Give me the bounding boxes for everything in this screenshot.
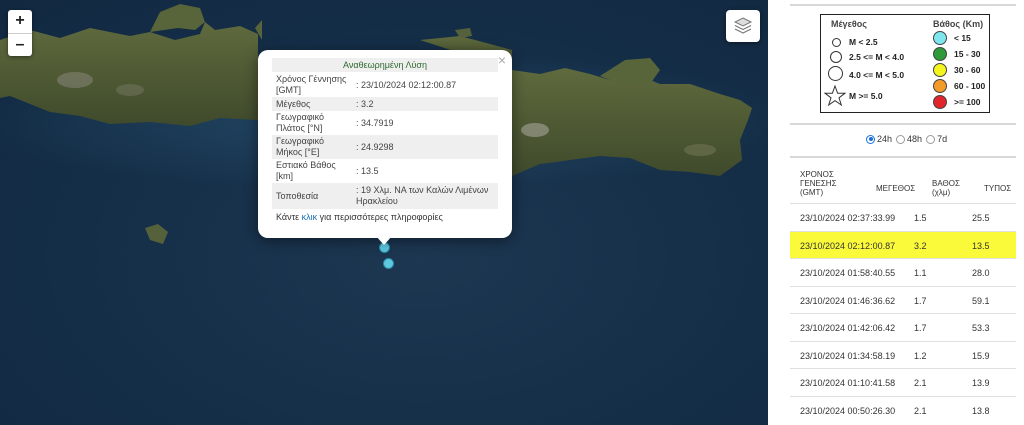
depth-color-swatch	[933, 63, 947, 77]
depth-color-swatch	[933, 31, 947, 45]
table-row[interactable]: 23/10/2024 01:34:58.19 1.2 15.9	[790, 340, 1016, 369]
divider	[790, 156, 1016, 158]
popup-info-value: : 34.7919	[356, 117, 394, 128]
legend-depth-title: Βάθος (Km)	[933, 19, 984, 29]
table-cell-mag: 1.7	[914, 323, 927, 333]
table-cell-depth: 25.5	[972, 213, 990, 223]
col-magnitude: ΜΕΓΕΘΟΣ	[876, 184, 916, 193]
table-cell-time: 23/10/2024 01:46:36.62	[800, 295, 896, 306]
divider	[790, 123, 1016, 125]
table-cell-time: 23/10/2024 00:50:26.30	[800, 405, 896, 416]
popup-close-button[interactable]: ×	[498, 52, 506, 68]
popup-info-value: : 3.2	[356, 98, 374, 109]
zoom-control: + –	[8, 10, 32, 56]
table-cell-mag: 2.1	[914, 405, 927, 416]
popup-info-value: : 13.5	[356, 165, 379, 176]
events-table-header: ΧΡΟΝΟΣ ΓΕΝΕΣΗΣ (GMT) ΜΕΓΕΘΟΣ ΒΑΘΟΣ (χλμ)…	[790, 170, 1016, 203]
popup-info-label: Γεωγραφικό Μήκος [°E]	[276, 136, 325, 157]
layers-icon	[733, 17, 753, 34]
depth-color-swatch	[933, 47, 947, 61]
table-cell-time: 23/10/2024 01:34:58.19	[800, 350, 896, 361]
popup-info-label: Χρόνος Γέννησης [GMT]	[276, 74, 347, 95]
table-cell-depth: 13.5	[972, 240, 990, 251]
col-depth: ΒΑΘΟΣ (χλμ)	[932, 179, 960, 197]
filter-48h-radio[interactable]: 48h	[896, 134, 922, 144]
popup-footer: Κάντε κλικ για περισσότερες πληροφορίες	[276, 212, 443, 222]
table-row[interactable]: 23/10/2024 00:50:26.30 2.1 13.8	[790, 395, 1016, 424]
filter-24h-radio[interactable]: 24h	[866, 134, 892, 144]
popup-info-value: : 24.9298	[356, 141, 394, 152]
table-cell-depth: 28.0	[972, 268, 990, 278]
popup-title: Αναθεωρημένη Λύση	[272, 58, 498, 72]
table-row[interactable]: 23/10/2024 01:42:06.42 1.7 53.3	[790, 313, 1016, 341]
table-cell-depth: 53.3	[972, 323, 990, 333]
layers-button[interactable]	[726, 10, 760, 42]
magnitude-large-icon	[828, 66, 843, 81]
popup-info-row: Μέγεθος : 3.2	[272, 97, 498, 111]
table-row[interactable]: 23/10/2024 02:12:00.87 3.2 13.5	[790, 230, 1016, 258]
zoom-out-button[interactable]: –	[8, 33, 32, 56]
popup-info-label: Γεωγραφικό Πλάτος [°N]	[276, 112, 325, 133]
table-row[interactable]: 23/10/2024 01:10:41.58 2.1 13.9	[790, 368, 1016, 396]
popup-info-value: : 19 Χλμ. ΝΑ των Καλών Λιμένων Ηρακλείου	[356, 185, 489, 206]
popup-tip	[376, 236, 392, 245]
col-type: ΤΥΠΟΣ	[984, 184, 1012, 193]
table-cell-time: 23/10/2024 01:58:40.55	[800, 268, 896, 278]
depth-color-swatch	[933, 95, 947, 109]
col-time: ΧΡΟΝΟΣ ΓΕΝΕΣΗΣ (GMT)	[800, 170, 837, 197]
table-cell-mag: 1.7	[914, 295, 927, 306]
popup-info-table: Χρόνος Γέννησης [GMT] : 23/10/2024 02:12:…	[272, 73, 498, 209]
magnitude-medium-icon	[830, 51, 842, 63]
table-cell-time: 23/10/2024 02:37:33.99	[800, 213, 896, 223]
table-cell-time: 23/10/2024 01:10:41.58	[800, 378, 896, 388]
table-cell-depth: 15.9	[972, 350, 990, 361]
events-table: 23/10/2024 02:37:33.99 1.5 25.5 23/10/2024 …	[790, 203, 1016, 423]
magnitude-small-icon	[832, 38, 841, 47]
more-info-link[interactable]: κλικ	[302, 212, 318, 222]
filter-7d-radio[interactable]: 7d	[926, 134, 947, 144]
popup-info-row: Τοποθεσία : 19 Χλμ. ΝΑ των Καλών Λιμένων …	[272, 183, 498, 209]
table-cell-mag: 2.1	[914, 378, 927, 388]
table-cell-depth: 13.9	[972, 378, 990, 388]
time-filter: 24h 48h 7d	[866, 134, 947, 144]
table-row[interactable]: 23/10/2024 02:37:33.99 1.5 25.5	[790, 203, 1016, 231]
table-cell-depth: 59.1	[972, 295, 990, 306]
popup-info-row: Εστιακό Βάθος [km] : 13.5	[272, 159, 498, 183]
legend: Μέγεθος Βάθος (Km) M < 2.5 2.5 <= M < 4.…	[820, 14, 990, 113]
magnitude-star-icon	[824, 85, 846, 107]
earthquake-marker[interactable]	[383, 258, 394, 269]
table-cell-time: 23/10/2024 02:12:00.87	[800, 240, 896, 251]
depth-color-swatch	[933, 79, 947, 93]
popup-info-label: Μέγεθος	[276, 98, 311, 109]
popup-info-row: Χρόνος Γέννησης [GMT] : 23/10/2024 02:12:…	[272, 73, 498, 97]
table-cell-mag: 1.2	[914, 350, 927, 361]
popup-info-label: Εστιακό Βάθος [km]	[276, 160, 336, 181]
event-popup: × Αναθεωρημένη Λύση Χρόνος Γέννησης [GMT…	[258, 50, 512, 238]
popup-info-row: Γεωγραφικό Μήκος [°E] : 24.9298	[272, 135, 498, 159]
map-view[interactable]: + – × Αναθεωρημένη Λύση Χρόνος Γέννησης …	[0, 0, 768, 425]
table-row[interactable]: 23/10/2024 01:58:40.55 1.1 28.0	[790, 258, 1016, 286]
popup-info-label: Τοποθεσία	[276, 190, 319, 201]
table-cell-time: 23/10/2024 01:42:06.42	[800, 323, 896, 333]
table-cell-mag: 3.2	[914, 240, 927, 251]
table-row[interactable]: 23/10/2024 01:46:36.62 1.7 59.1	[790, 285, 1016, 314]
popup-info-value: : 23/10/2024 02:12:00.87	[356, 79, 457, 90]
sidebar: Μέγεθος Βάθος (Km) M < 2.5 2.5 <= M < 4.…	[768, 0, 1024, 425]
zoom-in-button[interactable]: +	[8, 10, 32, 33]
table-cell-depth: 13.8	[972, 405, 990, 416]
table-cell-mag: 1.5	[914, 213, 927, 223]
table-cell-mag: 1.1	[914, 268, 927, 278]
legend-magnitude-title: Μέγεθος	[831, 19, 867, 29]
divider	[790, 4, 1016, 6]
popup-info-row: Γεωγραφικό Πλάτος [°N] : 34.7919	[272, 111, 498, 135]
